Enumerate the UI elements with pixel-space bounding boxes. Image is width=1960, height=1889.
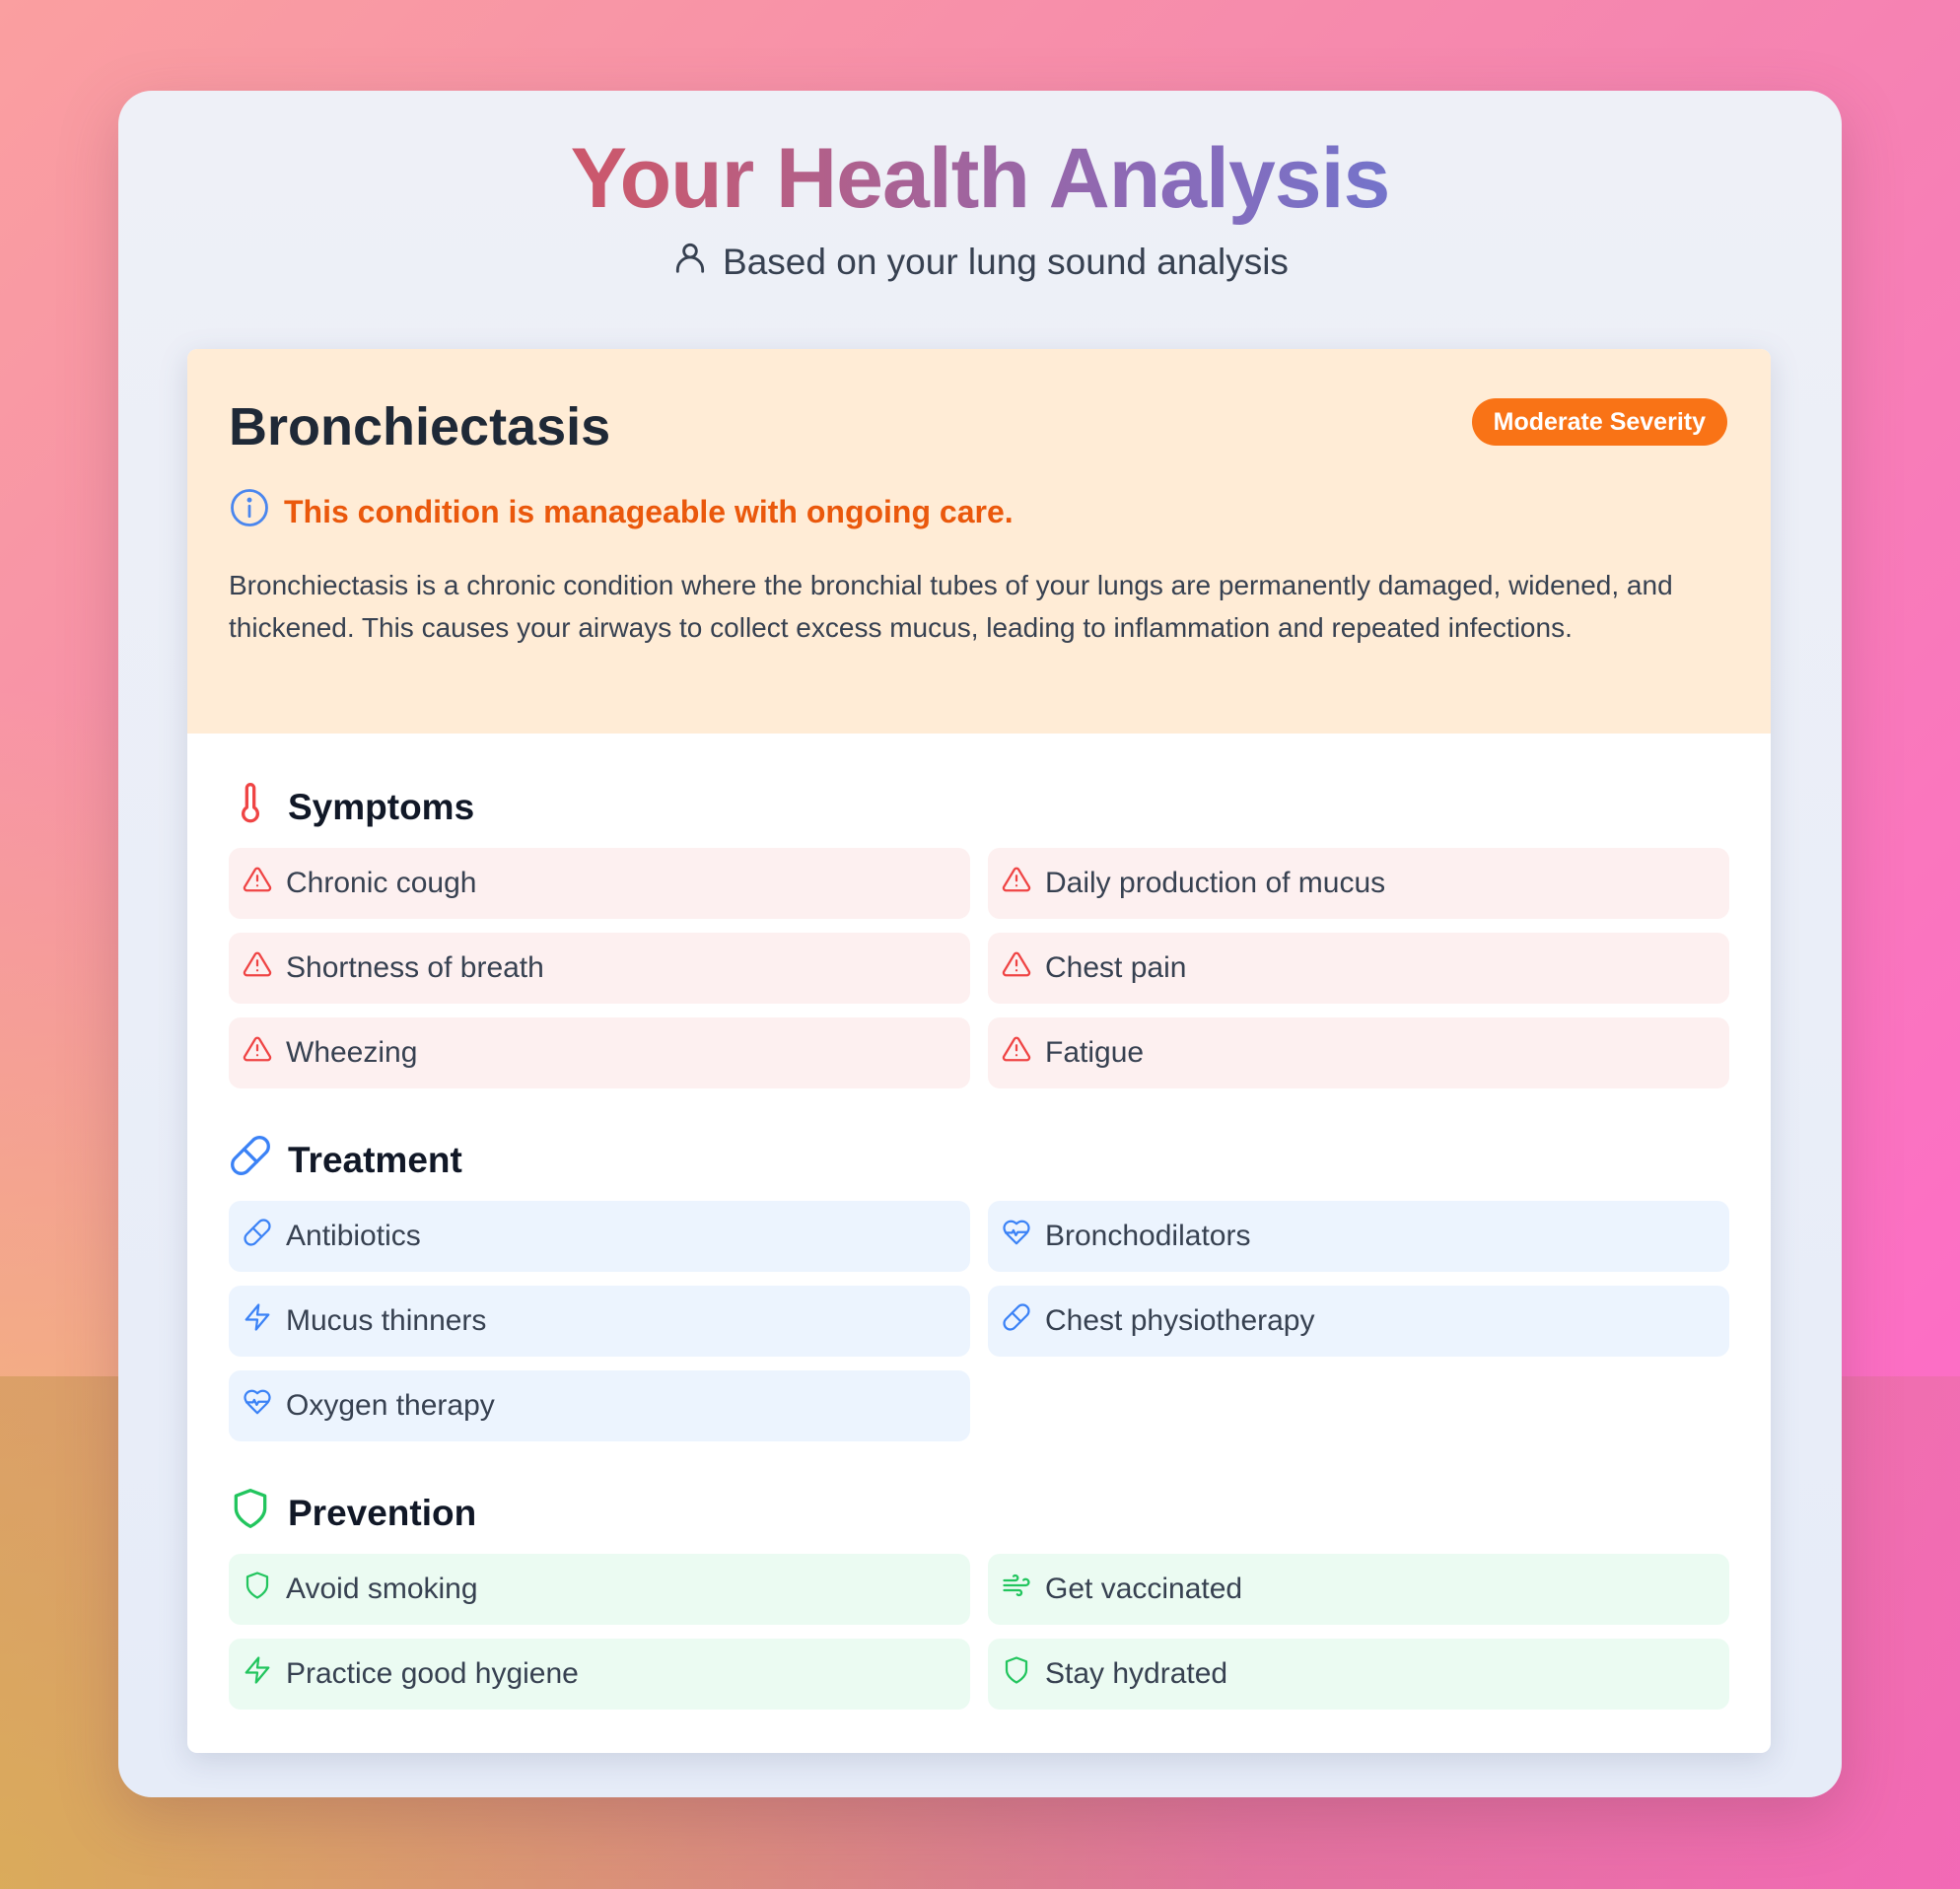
symptoms-heading: Symptoms — [229, 781, 474, 833]
pill-icon — [229, 1134, 272, 1186]
warning-icon — [1002, 865, 1031, 902]
treatment-label: Chest physiotherapy — [1045, 1304, 1315, 1337]
page-title: Your Health Analysis — [118, 130, 1842, 228]
treatment-label: Mucus thinners — [286, 1304, 487, 1337]
prevention-label: Stay hydrated — [1045, 1657, 1228, 1690]
heart-pulse-icon — [1002, 1218, 1031, 1255]
warning-icon — [1002, 1034, 1031, 1072]
pill-icon — [1002, 1302, 1031, 1340]
prevention-title: Prevention — [288, 1492, 477, 1533]
treatment-title: Treatment — [288, 1139, 462, 1180]
condition-description: Bronchiectasis is a chronic condition wh… — [229, 570, 1673, 643]
user-icon — [671, 239, 709, 285]
treatment-item: Bronchodilators — [988, 1201, 1729, 1272]
treatment-item: Chest physiotherapy — [988, 1286, 1729, 1357]
condition-note: This condition is manageable with ongoin… — [229, 487, 1014, 536]
symptom-item: Chronic cough — [229, 848, 970, 919]
symptom-item: Shortness of breath — [229, 933, 970, 1004]
symptom-item: Wheezing — [229, 1017, 970, 1088]
warning-icon — [243, 949, 272, 987]
prevention-list: Avoid smoking Get vaccinated Practice go… — [229, 1554, 1729, 1710]
severity-badge: Moderate Severity — [1471, 398, 1727, 446]
symptom-item: Chest pain — [988, 933, 1729, 1004]
prevention-item: Avoid smoking — [229, 1554, 970, 1625]
prevention-label: Practice good hygiene — [286, 1657, 579, 1690]
subtitle-text: Based on your lung sound analysis — [723, 241, 1289, 282]
symptom-label: Wheezing — [286, 1036, 418, 1069]
prevention-item: Get vaccinated — [988, 1554, 1729, 1625]
treatment-label: Oxygen therapy — [286, 1389, 495, 1422]
diagnosis-card: Bronchiectasis Moderate Severity This co… — [187, 349, 1771, 1753]
prevention-label: Avoid smoking — [286, 1573, 478, 1605]
wind-icon — [1002, 1571, 1031, 1608]
symptom-item: Daily production of mucus — [988, 848, 1729, 919]
treatment-heading: Treatment — [229, 1134, 462, 1186]
warning-icon — [243, 1034, 272, 1072]
symptom-label: Shortness of breath — [286, 951, 544, 984]
symptom-label: Fatigue — [1045, 1036, 1145, 1069]
thermometer-icon — [229, 781, 272, 833]
lightning-icon — [243, 1655, 272, 1693]
heart-pulse-icon — [243, 1387, 272, 1425]
treatment-item: Oxygen therapy — [229, 1370, 970, 1441]
shield-icon — [1002, 1655, 1031, 1693]
symptom-item: Fatigue — [988, 1017, 1729, 1088]
shield-icon — [229, 1487, 272, 1539]
symptoms-list: Chronic cough Daily production of mucus … — [229, 848, 1729, 1088]
symptoms-title: Symptoms — [288, 786, 475, 827]
shield-icon — [243, 1571, 272, 1608]
pill-icon — [243, 1218, 272, 1255]
prevention-item: Stay hydrated — [988, 1639, 1729, 1710]
results-card: Your Health Analysis Based on your lung … — [118, 91, 1842, 1797]
info-icon — [229, 487, 270, 536]
prevention-heading: Prevention — [229, 1487, 476, 1539]
treatment-list: Antibiotics Bronchodilators Mucus thinne… — [229, 1201, 1729, 1441]
symptom-label: Chest pain — [1045, 951, 1187, 984]
warning-icon — [243, 865, 272, 902]
condition-note-text: This condition is manageable with ongoin… — [284, 493, 1014, 529]
prevention-label: Get vaccinated — [1045, 1573, 1243, 1605]
treatment-item: Antibiotics — [229, 1201, 970, 1272]
treatment-label: Antibiotics — [286, 1220, 421, 1252]
lightning-icon — [243, 1302, 272, 1340]
condition-name: Bronchiectasis — [229, 397, 611, 456]
warning-icon — [1002, 949, 1031, 987]
treatment-label: Bronchodilators — [1045, 1220, 1251, 1252]
treatment-item: Mucus thinners — [229, 1286, 970, 1357]
symptom-label: Chronic cough — [286, 867, 477, 899]
symptom-label: Daily production of mucus — [1045, 867, 1386, 899]
prevention-item: Practice good hygiene — [229, 1639, 970, 1710]
condition-panel: Bronchiectasis Moderate Severity This co… — [187, 349, 1771, 734]
subtitle: Based on your lung sound analysis — [118, 239, 1842, 285]
